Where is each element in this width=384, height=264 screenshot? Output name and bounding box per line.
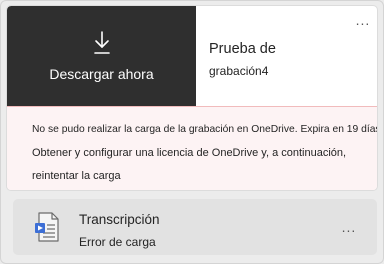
- upload-error-message: No se pudo realizar la carga de la graba…: [32, 124, 378, 135]
- recording-card: Descargar ahora Prueba de grabación4 ...…: [6, 5, 378, 191]
- recording-subtitle: grabación4: [209, 64, 269, 78]
- document-icon: [35, 212, 59, 242]
- transcript-status: Error de carga: [79, 235, 156, 249]
- license-action-link[interactable]: Obtener y configurar una licencia de One…: [32, 147, 346, 159]
- download-now-button[interactable]: Descargar ahora: [7, 6, 196, 106]
- download-now-label: Descargar ahora: [49, 66, 154, 82]
- more-options-icon[interactable]: ...: [351, 12, 375, 28]
- recording-title: Prueba de: [209, 41, 276, 57]
- transcript-card[interactable]: Transcripción Error de carga ...: [13, 199, 377, 255]
- recording-panel: Descargar ahora Prueba de grabación4 ...…: [0, 0, 384, 264]
- transcript-title: Transcripción: [79, 212, 160, 227]
- retry-upload-link[interactable]: reintentar la carga: [32, 170, 121, 182]
- transcript-more-options-icon[interactable]: ...: [337, 219, 361, 235]
- upload-error-banner: No se pudo realizar la carga de la graba…: [7, 106, 378, 190]
- download-icon: [94, 31, 110, 54]
